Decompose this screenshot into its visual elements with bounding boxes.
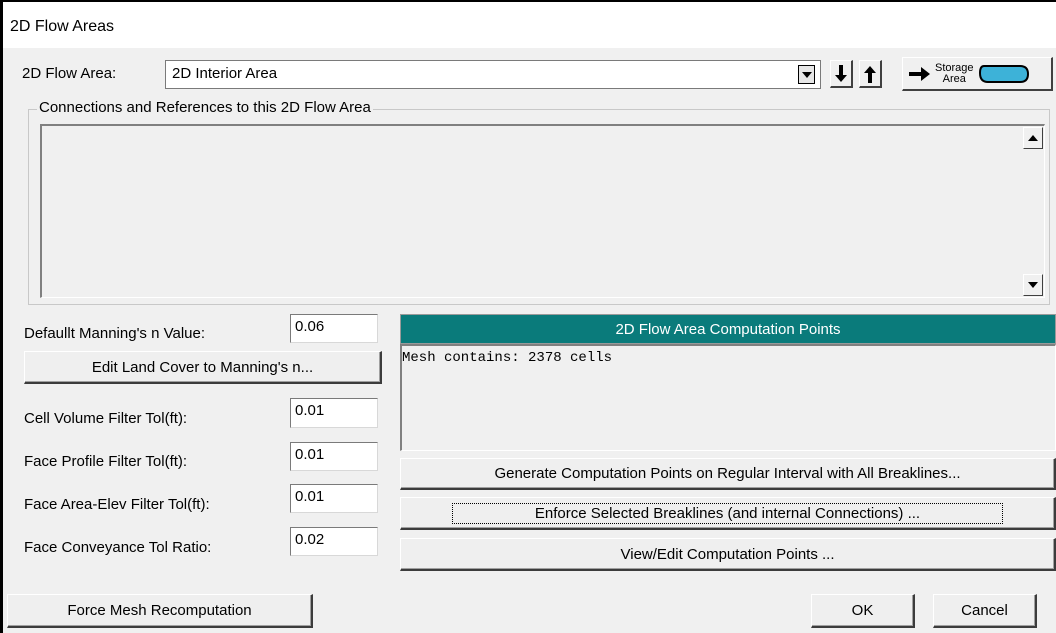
face-area-elev-label: Face Area-Elev Filter Tol(ft): [24,496,210,513]
move-up-button[interactable] [859,60,882,88]
flow-area-value: 2D Interior Area [172,65,278,82]
storage-area-text: Storage Area [935,61,974,85]
cell-volume-label: Cell Volume Filter Tol(ft): [24,410,188,427]
move-down-button[interactable] [830,60,853,88]
storage-label-line2: Area [942,72,966,85]
mesh-info-text: Mesh contains: 2378 cells [402,350,613,366]
dropdown-button[interactable] [798,65,815,84]
face-profile-input[interactable]: 0.01 [290,442,378,471]
manning-input[interactable]: 0.06 [290,314,378,343]
arrow-right-icon [909,66,930,81]
scroll-up-icon [1028,135,1038,141]
force-mesh-button[interactable]: Force Mesh Recomputation [7,594,313,628]
generate-points-button[interactable]: Generate Computation Points on Regular I… [400,458,1056,490]
storage-area-icon [978,64,1029,83]
arrow-up-icon [864,65,876,83]
enforce-breaklines-label: Enforce Selected Breaklines (and interna… [451,502,1004,524]
connections-scrollbar[interactable] [1022,126,1044,297]
face-area-elev-input[interactable]: 0.01 [290,484,378,513]
flow-areas-window: 2D Flow Areas 2D Flow Area: 2D Interior … [0,0,1056,633]
title-bar: 2D Flow Areas [3,2,1056,48]
chevron-down-icon [801,71,812,78]
scroll-up-button[interactable] [1023,127,1043,149]
scroll-down-icon [1028,282,1038,288]
edit-land-cover-button[interactable]: Edit Land Cover to Manning's n... [24,351,382,384]
computation-points-header: 2D Flow Area Computation Points [400,314,1056,344]
window-title: 2D Flow Areas [10,18,115,35]
enforce-breaklines-button[interactable]: Enforce Selected Breaklines (and interna… [400,497,1056,530]
cancel-button[interactable]: Cancel [933,594,1037,628]
edit-land-cover-label: Edit Land Cover to Manning's n... [91,358,314,376]
view-edit-points-label: View/Edit Computation Points ... [620,545,835,563]
storage-label-line1: Storage [935,61,974,74]
flow-area-select[interactable]: 2D Interior Area [165,60,821,89]
ok-button[interactable]: OK [811,594,915,628]
view-edit-points-button[interactable]: View/Edit Computation Points ... [400,538,1056,571]
cancel-label: Cancel [961,602,1008,619]
ok-label: OK [851,602,874,619]
mesh-info-area: Mesh contains: 2378 cells [400,344,1056,451]
face-conveyance-label: Face Conveyance Tol Ratio: [24,539,212,556]
generate-points-label: Generate Computation Points on Regular I… [494,465,961,482]
manning-label: Defaullt Manning's n Value: [24,325,206,342]
connections-title: Connections and References to this 2D Fl… [37,99,373,116]
storage-area-button[interactable]: Storage Area [902,57,1053,91]
connections-list[interactable] [40,124,1045,298]
computation-header-label: 2D Flow Area Computation Points [615,320,841,338]
face-conveyance-input[interactable]: 0.02 [290,527,378,556]
force-mesh-label: Force Mesh Recomputation [67,602,252,619]
face-profile-label: Face Profile Filter Tol(ft): [24,453,188,470]
cell-volume-input[interactable]: 0.01 [290,398,378,428]
arrow-down-icon [835,64,847,82]
flow-area-label: 2D Flow Area: [22,65,117,82]
scroll-down-button[interactable] [1023,274,1043,296]
